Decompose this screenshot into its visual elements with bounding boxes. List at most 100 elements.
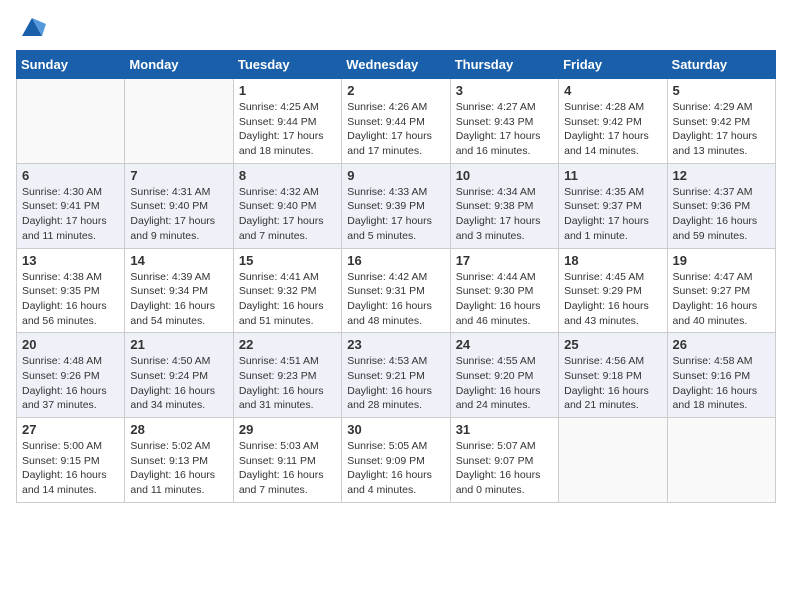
day-info: Sunrise: 4:32 AM Sunset: 9:40 PM Dayligh… <box>239 185 336 244</box>
calendar-cell <box>559 418 667 503</box>
calendar-cell: 20 Sunrise: 4:48 AM Sunset: 9:26 PM Dayli… <box>17 333 125 418</box>
weekday-header-wednesday: Wednesday <box>342 51 450 79</box>
day-info: Sunrise: 4:51 AM Sunset: 9:23 PM Dayligh… <box>239 354 336 413</box>
calendar-cell: 24 Sunrise: 4:55 AM Sunset: 9:20 PM Dayli… <box>450 333 558 418</box>
day-info: Sunrise: 4:50 AM Sunset: 9:24 PM Dayligh… <box>130 354 227 413</box>
calendar-cell: 8 Sunrise: 4:32 AM Sunset: 9:40 PM Daylig… <box>233 163 341 248</box>
day-number: 25 <box>564 337 661 352</box>
day-number: 21 <box>130 337 227 352</box>
day-number: 2 <box>347 83 444 98</box>
day-info: Sunrise: 4:34 AM Sunset: 9:38 PM Dayligh… <box>456 185 553 244</box>
calendar-cell: 29 Sunrise: 5:03 AM Sunset: 9:11 PM Dayli… <box>233 418 341 503</box>
day-number: 31 <box>456 422 553 437</box>
day-number: 19 <box>673 253 770 268</box>
calendar-cell: 13Sunrise: 4:38 AM Sunset: 9:35 PM Dayli… <box>17 248 125 333</box>
week-row-4: 20 Sunrise: 4:48 AM Sunset: 9:26 PM Dayli… <box>17 333 776 418</box>
logo-icon <box>18 12 46 40</box>
calendar-cell: 18 Sunrise: 4:45 AM Sunset: 9:29 PM Dayli… <box>559 248 667 333</box>
day-number: 24 <box>456 337 553 352</box>
day-number: 29 <box>239 422 336 437</box>
week-row-2: 6Sunrise: 4:30 AM Sunset: 9:41 PM Daylig… <box>17 163 776 248</box>
day-number: 30 <box>347 422 444 437</box>
weekday-header-thursday: Thursday <box>450 51 558 79</box>
day-number: 22 <box>239 337 336 352</box>
day-info: Sunrise: 4:41 AM Sunset: 9:32 PM Dayligh… <box>239 270 336 329</box>
weekday-header-tuesday: Tuesday <box>233 51 341 79</box>
day-number: 15 <box>239 253 336 268</box>
calendar-cell: 16Sunrise: 4:42 AM Sunset: 9:31 PM Dayli… <box>342 248 450 333</box>
day-info: Sunrise: 4:28 AM Sunset: 9:42 PM Dayligh… <box>564 100 661 159</box>
day-info: Sunrise: 4:45 AM Sunset: 9:29 PM Dayligh… <box>564 270 661 329</box>
day-info: Sunrise: 4:58 AM Sunset: 9:16 PM Dayligh… <box>673 354 770 413</box>
day-number: 6 <box>22 168 119 183</box>
calendar-cell: 22 Sunrise: 4:51 AM Sunset: 9:23 PM Dayli… <box>233 333 341 418</box>
day-info: Sunrise: 5:00 AM Sunset: 9:15 PM Dayligh… <box>22 439 119 498</box>
calendar-cell: 23 Sunrise: 4:53 AM Sunset: 9:21 PM Dayli… <box>342 333 450 418</box>
day-number: 7 <box>130 168 227 183</box>
weekday-header-row: SundayMondayTuesdayWednesdayThursdayFrid… <box>17 51 776 79</box>
day-info: Sunrise: 4:42 AM Sunset: 9:31 PM Dayligh… <box>347 270 444 329</box>
day-info: Sunrise: 5:03 AM Sunset: 9:11 PM Dayligh… <box>239 439 336 498</box>
weekday-header-saturday: Saturday <box>667 51 775 79</box>
week-row-5: 27 Sunrise: 5:00 AM Sunset: 9:15 PM Dayli… <box>17 418 776 503</box>
week-row-3: 13Sunrise: 4:38 AM Sunset: 9:35 PM Dayli… <box>17 248 776 333</box>
calendar-cell: 2 Sunrise: 4:26 AM Sunset: 9:44 PM Daylig… <box>342 79 450 164</box>
calendar-cell <box>17 79 125 164</box>
day-info: Sunrise: 4:55 AM Sunset: 9:20 PM Dayligh… <box>456 354 553 413</box>
calendar-cell <box>667 418 775 503</box>
day-info: Sunrise: 4:27 AM Sunset: 9:43 PM Dayligh… <box>456 100 553 159</box>
day-number: 14 <box>130 253 227 268</box>
day-number: 18 <box>564 253 661 268</box>
calendar-cell: 11Sunrise: 4:35 AM Sunset: 9:37 PM Dayli… <box>559 163 667 248</box>
day-number: 17 <box>456 253 553 268</box>
day-info: Sunrise: 4:26 AM Sunset: 9:44 PM Dayligh… <box>347 100 444 159</box>
day-info: Sunrise: 4:31 AM Sunset: 9:40 PM Dayligh… <box>130 185 227 244</box>
day-info: Sunrise: 4:33 AM Sunset: 9:39 PM Dayligh… <box>347 185 444 244</box>
calendar-cell: 31 Sunrise: 5:07 AM Sunset: 9:07 PM Dayli… <box>450 418 558 503</box>
day-number: 13 <box>22 253 119 268</box>
calendar-cell: 5 Sunrise: 4:29 AM Sunset: 9:42 PM Daylig… <box>667 79 775 164</box>
day-number: 9 <box>347 168 444 183</box>
calendar-cell: 25 Sunrise: 4:56 AM Sunset: 9:18 PM Dayli… <box>559 333 667 418</box>
page-header <box>16 16 776 40</box>
day-info: Sunrise: 4:37 AM Sunset: 9:36 PM Dayligh… <box>673 185 770 244</box>
calendar-cell: 27 Sunrise: 5:00 AM Sunset: 9:15 PM Dayli… <box>17 418 125 503</box>
day-info: Sunrise: 5:07 AM Sunset: 9:07 PM Dayligh… <box>456 439 553 498</box>
calendar-cell: 15 Sunrise: 4:41 AM Sunset: 9:32 PM Dayli… <box>233 248 341 333</box>
day-number: 26 <box>673 337 770 352</box>
calendar-cell: 12 Sunrise: 4:37 AM Sunset: 9:36 PM Dayli… <box>667 163 775 248</box>
calendar-cell: 26 Sunrise: 4:58 AM Sunset: 9:16 PM Dayli… <box>667 333 775 418</box>
day-info: Sunrise: 4:47 AM Sunset: 9:27 PM Dayligh… <box>673 270 770 329</box>
day-info: Sunrise: 4:48 AM Sunset: 9:26 PM Dayligh… <box>22 354 119 413</box>
day-number: 3 <box>456 83 553 98</box>
weekday-header-sunday: Sunday <box>17 51 125 79</box>
calendar-cell: 6Sunrise: 4:30 AM Sunset: 9:41 PM Daylig… <box>17 163 125 248</box>
day-number: 27 <box>22 422 119 437</box>
day-info: Sunrise: 5:05 AM Sunset: 9:09 PM Dayligh… <box>347 439 444 498</box>
calendar-cell: 9 Sunrise: 4:33 AM Sunset: 9:39 PM Daylig… <box>342 163 450 248</box>
day-number: 4 <box>564 83 661 98</box>
calendar-cell <box>125 79 233 164</box>
day-info: Sunrise: 4:25 AM Sunset: 9:44 PM Dayligh… <box>239 100 336 159</box>
weekday-header-monday: Monday <box>125 51 233 79</box>
day-number: 12 <box>673 168 770 183</box>
calendar-cell: 7 Sunrise: 4:31 AM Sunset: 9:40 PM Daylig… <box>125 163 233 248</box>
day-info: Sunrise: 4:44 AM Sunset: 9:30 PM Dayligh… <box>456 270 553 329</box>
day-number: 10 <box>456 168 553 183</box>
day-info: Sunrise: 4:56 AM Sunset: 9:18 PM Dayligh… <box>564 354 661 413</box>
calendar-cell: 10 Sunrise: 4:34 AM Sunset: 9:38 PM Dayli… <box>450 163 558 248</box>
calendar-table: SundayMondayTuesdayWednesdayThursdayFrid… <box>16 50 776 503</box>
calendar-cell: 30 Sunrise: 5:05 AM Sunset: 9:09 PM Dayli… <box>342 418 450 503</box>
day-number: 8 <box>239 168 336 183</box>
calendar-cell: 17 Sunrise: 4:44 AM Sunset: 9:30 PM Dayli… <box>450 248 558 333</box>
day-info: Sunrise: 4:29 AM Sunset: 9:42 PM Dayligh… <box>673 100 770 159</box>
day-info: Sunrise: 5:02 AM Sunset: 9:13 PM Dayligh… <box>130 439 227 498</box>
day-info: Sunrise: 4:53 AM Sunset: 9:21 PM Dayligh… <box>347 354 444 413</box>
day-number: 5 <box>673 83 770 98</box>
day-number: 20 <box>22 337 119 352</box>
day-number: 1 <box>239 83 336 98</box>
day-number: 23 <box>347 337 444 352</box>
day-number: 28 <box>130 422 227 437</box>
calendar-cell: 28 Sunrise: 5:02 AM Sunset: 9:13 PM Dayli… <box>125 418 233 503</box>
day-info: Sunrise: 4:39 AM Sunset: 9:34 PM Dayligh… <box>130 270 227 329</box>
